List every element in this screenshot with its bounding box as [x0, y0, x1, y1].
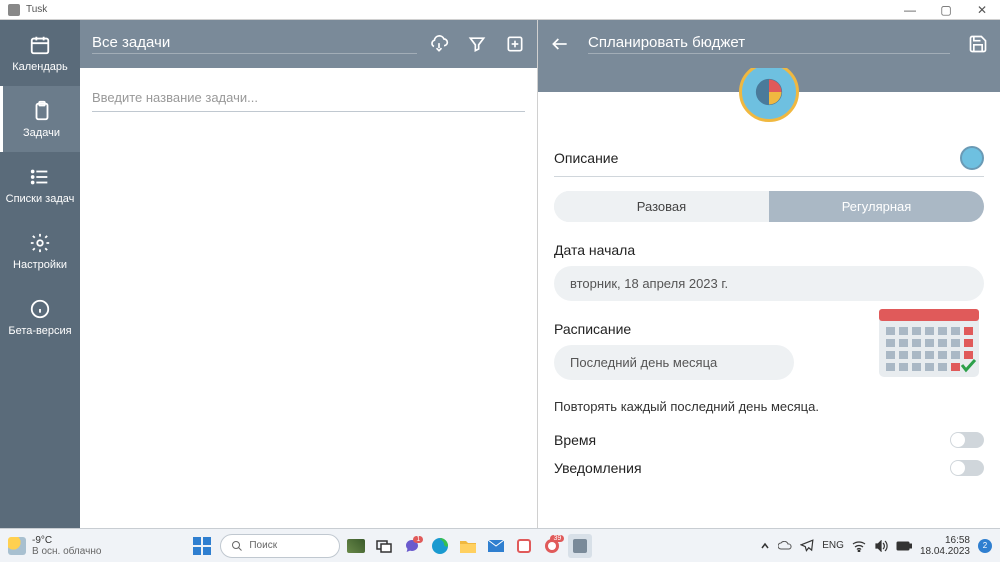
windows-taskbar: -9°C В осн. облачно Поиск 1 39 ENG 16: [0, 528, 1000, 562]
tray-chevron-icon[interactable]: [760, 541, 770, 551]
save-icon[interactable]: [968, 34, 988, 54]
pie-chart-icon: [739, 68, 799, 122]
right-title: Спланировать бюджет: [588, 34, 950, 54]
start-button[interactable]: [188, 532, 216, 560]
left-panel: Все задачи: [80, 20, 538, 528]
task-name-input[interactable]: [92, 84, 525, 112]
clipboard-icon: [30, 99, 54, 123]
gear-icon: [28, 231, 52, 255]
time-toggle[interactable]: [950, 432, 984, 448]
cloud-sync-icon[interactable]: [429, 34, 449, 54]
tray-date: 18.04.2023: [920, 546, 970, 557]
hero-badge: [538, 68, 1000, 132]
tray-onedrive-icon[interactable]: [778, 541, 792, 551]
start-date-value[interactable]: вторник, 18 апреля 2023 г.: [554, 266, 984, 301]
tray-time: 16:58: [920, 535, 970, 546]
weather-widget[interactable]: -9°C В осн. облачно: [8, 535, 101, 557]
color-picker[interactable]: [960, 146, 984, 170]
sidebar-item-settings[interactable]: Настройки: [0, 218, 80, 284]
taskbar-taskview-icon[interactable]: [372, 534, 396, 558]
search-placeholder: Поиск: [249, 540, 277, 551]
right-header: Спланировать бюджет: [538, 20, 1000, 68]
sidebar-item-label: Списки задач: [6, 193, 75, 205]
calendar-icon: [28, 33, 52, 57]
left-title: Все задачи: [92, 34, 417, 54]
time-label: Время: [554, 432, 950, 448]
weather-icon: [8, 537, 26, 555]
notifications-label: Уведомления: [554, 460, 950, 476]
schedule-value[interactable]: Последний день месяца: [554, 345, 794, 380]
maximize-button[interactable]: ▢: [936, 3, 956, 17]
sidebar-item-label: Бета-версия: [8, 325, 71, 337]
left-header: Все задачи: [80, 20, 537, 68]
tab-repeat[interactable]: Регулярная: [769, 191, 984, 222]
back-icon[interactable]: [550, 34, 570, 54]
description-label: Описание: [554, 150, 960, 166]
sidebar-item-label: Календарь: [12, 61, 68, 73]
taskbar-edge-icon[interactable]: [428, 534, 452, 558]
taskbar-app-1[interactable]: [344, 534, 368, 558]
close-button[interactable]: ✕: [972, 3, 992, 17]
sidebar: Календарь Задачи Списки задач Настройки …: [0, 20, 80, 528]
filter-icon[interactable]: [467, 34, 487, 54]
taskbar-explorer-icon[interactable]: [456, 534, 480, 558]
tray-notification-badge[interactable]: 2: [978, 539, 992, 553]
sidebar-item-calendar[interactable]: Календарь: [0, 20, 80, 86]
sidebar-item-label: Задачи: [23, 127, 60, 139]
taskbar-current-app[interactable]: [568, 534, 592, 558]
sidebar-item-lists[interactable]: Списки задач: [0, 152, 80, 218]
tray-wifi-icon[interactable]: [852, 540, 866, 552]
schedule-label: Расписание: [554, 321, 854, 337]
tray-telegram-icon[interactable]: [800, 539, 814, 553]
tab-single[interactable]: Разовая: [554, 191, 769, 222]
taskbar-app-3[interactable]: 39: [540, 534, 564, 558]
weather-desc: В осн. облачно: [32, 546, 101, 557]
taskbar-chat-icon[interactable]: 1: [400, 534, 424, 558]
calendar-illustration: [874, 301, 984, 381]
list-icon: [28, 165, 52, 189]
notifications-toggle[interactable]: [950, 460, 984, 476]
tray-datetime[interactable]: 16:58 18.04.2023: [920, 535, 970, 557]
add-task-icon[interactable]: [505, 34, 525, 54]
app-icon: [8, 4, 20, 16]
start-date-label: Дата начала: [554, 242, 984, 258]
tray-language[interactable]: ENG: [822, 540, 844, 551]
window-titlebar: Tusk — ▢ ✕: [0, 0, 1000, 20]
repeat-description: Повторять каждый последний день месяца.: [554, 399, 984, 414]
tray-battery-icon[interactable]: [896, 541, 912, 551]
taskbar-app-2[interactable]: [512, 534, 536, 558]
sidebar-item-label: Настройки: [13, 259, 67, 271]
right-panel: Спланировать бюджет Описание Разовая Рег…: [538, 20, 1000, 528]
minimize-button[interactable]: —: [900, 3, 920, 17]
window-title: Tusk: [26, 4, 47, 15]
taskbar-mail-icon[interactable]: [484, 534, 508, 558]
recurrence-toggle: Разовая Регулярная: [554, 191, 984, 222]
weather-temp: -9°C: [32, 535, 101, 546]
taskbar-search[interactable]: Поиск: [220, 534, 340, 558]
info-icon: [28, 297, 52, 321]
sidebar-item-tasks[interactable]: Задачи: [0, 86, 80, 152]
sidebar-item-beta[interactable]: Бета-версия: [0, 284, 80, 350]
tray-volume-icon[interactable]: [874, 540, 888, 552]
